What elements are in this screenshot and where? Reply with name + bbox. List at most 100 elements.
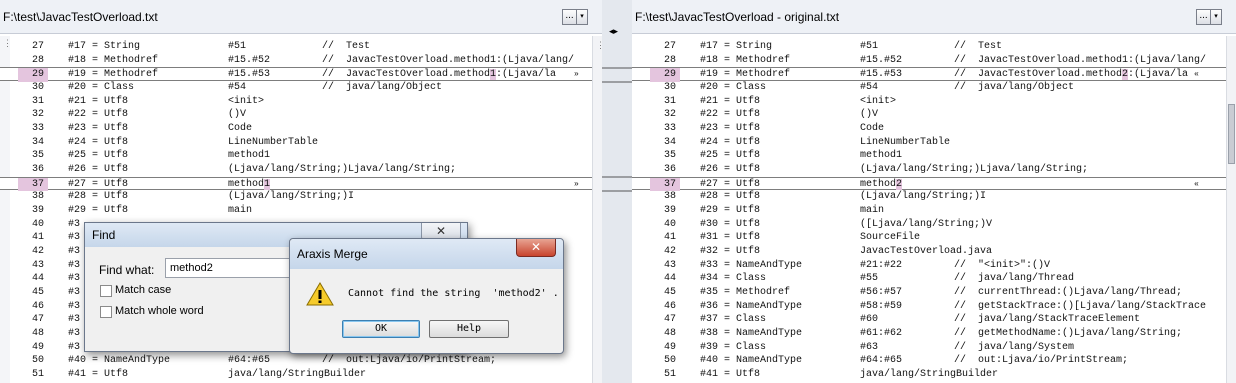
line-number: 45 [663,287,676,299]
code-line[interactable]: 42 #32 = Utf8 JavacTestOverload.java [632,245,1226,259]
diff-gutter: ◂▸ [602,0,632,383]
line-value: ([Ljava/lang/String;)V [860,218,993,230]
code-line[interactable]: 35 #25 = Utf8 method1 [0,149,592,163]
code-line[interactable]: 40 #30 = Utf8 ([Ljava/lang/String;)V [632,218,1226,232]
line-value: #21:#22 [860,259,903,271]
ok-button[interactable]: OK [342,320,420,338]
code-line[interactable]: 30 #20 = Class #54 // java/lang/Object [632,81,1226,95]
left-browse-button[interactable]: ... [562,9,577,25]
left-scrollbar[interactable]: ⋮ [592,36,602,383]
code-line[interactable]: 50 #40 = NameAndType #64:#65 // out:Ljava/i… [0,354,592,368]
code-line[interactable]: 33 #23 = Utf8 Code [632,122,1226,136]
code-line[interactable]: 46 #36 = NameAndType #58:#59 // getStackTra… [632,300,1226,314]
code-line[interactable]: 29 #19 = Methodref #15.#53 // JavacTestOver… [632,67,1226,83]
code-line[interactable]: 34 #24 = Utf8 LineNumberTable [0,136,592,150]
line-value: #64:#65 [860,355,903,367]
line-entry: #30 = Utf8 [700,218,761,230]
right-scrollbar[interactable] [1226,36,1236,383]
line-comment: // "<init>":()V [954,259,1051,271]
line-entry: #3 [68,328,81,340]
code-line[interactable]: 47 #37 = Class #60 // java/lang/StackTraceE… [632,313,1226,327]
code-line[interactable]: 32 #22 = Utf8 ()V [0,108,592,122]
line-value: #54 [860,82,879,94]
code-line[interactable]: 36 #26 = Utf8 (Ljava/lang/String;)Ljava/la… [632,163,1226,177]
code-line[interactable]: 28 #18 = Methodref #15.#52 // JavacTestOver… [0,54,592,68]
code-line[interactable]: 44 #34 = Class #55 // java/lang/Thread [632,272,1226,286]
code-line[interactable]: 27 #17 = String #51 // Test [0,40,592,54]
match-whole-word-label[interactable]: Match whole word [115,305,204,317]
line-value: Code [228,123,253,135]
code-line[interactable]: 49 #39 = Class #63 // java/lang/System [632,341,1226,355]
line-value: ()V [860,109,879,121]
code-line[interactable]: 36 #26 = Utf8 (Ljava/lang/String;)Ljava/la… [0,163,592,177]
code-line[interactable]: 31 #21 = Utf8 <init> [632,95,1226,109]
line-entry: #39 = Class [700,341,767,353]
line-comment: // java/lang/System [954,341,1075,353]
line-entry: #27 = Utf8 [68,178,129,190]
code-line[interactable]: 30 #20 = Class #54 // java/lang/Object [0,81,592,95]
line-value: LineNumberTable [228,136,319,148]
line-value: (Ljava/lang/String;)I [860,191,987,203]
code-line[interactable]: 35 #25 = Utf8 method1 [632,149,1226,163]
alert-close-icon[interactable]: ✕ [516,239,556,257]
match-case-checkbox[interactable] [100,285,112,297]
line-number: 30 [663,82,676,94]
code-line[interactable]: 32 #22 = Utf8 ()V [632,108,1226,122]
right-file-pane: F:\test\JavacTestOverload - original.txt… [632,0,1236,383]
code-line[interactable]: 38 #28 = Utf8 (Ljava/lang/String;)I [0,190,592,204]
line-value: method2 [860,178,903,192]
line-value: #54 [228,82,247,94]
code-line[interactable]: 41 #31 = Utf8 SourceFile [632,231,1226,245]
code-line[interactable]: 38 #28 = Utf8 (Ljava/lang/String;)I [632,190,1226,204]
code-line[interactable]: 33 #23 = Utf8 Code [0,122,592,136]
code-line[interactable]: 39 #29 = Utf8 main [632,204,1226,218]
code-line[interactable]: 51 #41 = Utf8 java/lang/StringBuilder [0,368,592,382]
help-button[interactable]: Help [429,320,509,338]
match-case-label[interactable]: Match case [115,284,171,296]
line-entry: #3 [68,314,81,326]
code-line[interactable]: 50 #40 = NameAndType #64:#65 // out:Ljava/i… [632,354,1226,368]
line-entry: #3 [68,341,81,353]
code-line[interactable]: 29 #19 = Methodref #15.#53 // JavacTestOver… [0,67,592,83]
line-number: 50 [663,355,676,367]
right-code-area[interactable]: 27 #17 = String #51 // Test 28 #18 = Methodre… [632,40,1226,382]
left-file-path[interactable]: F:\test\JavacTestOverload.txt [3,10,158,24]
merge-arrow-icon[interactable]: » [574,178,579,192]
code-line[interactable]: 27 #17 = String #51 // Test [632,40,1226,54]
line-value: #15.#53 [860,69,903,81]
right-scroll-thumb[interactable] [1228,104,1235,164]
line-entry: #3 [68,273,81,285]
right-dropdown-button[interactable]: ▾ [1211,9,1222,25]
right-file-path[interactable]: F:\test\JavacTestOverload - original.txt [635,10,839,24]
code-line[interactable]: 39 #29 = Utf8 main [0,204,592,218]
code-line[interactable]: 48 #38 = NameAndType #61:#62 // getMethodNa… [632,327,1226,341]
merge-arrow-icon[interactable]: » [574,68,579,82]
line-number: 31 [31,95,44,107]
line-entry: #3 [68,246,81,258]
merge-arrow-icon[interactable]: « [1194,178,1199,192]
match-whole-word-checkbox[interactable] [100,306,112,318]
code-line[interactable]: 51 #41 = Utf8 java/lang/StringBuilder [632,368,1226,382]
line-entry: #25 = Utf8 [68,150,129,162]
left-dropdown-button[interactable]: ▾ [577,9,588,25]
line-entry: #21 = Utf8 [700,95,761,107]
line-value: java/lang/StringBuilder [228,369,367,381]
line-number: 38 [31,191,44,203]
left-file-header: F:\test\JavacTestOverload.txt ... ▾ [0,0,602,34]
line-number: 31 [663,95,676,107]
code-line[interactable]: 28 #18 = Methodref #15.#52 // JavacTestOver… [632,54,1226,68]
line-value: method1 [228,150,271,162]
line-value: #60 [860,314,879,326]
code-line[interactable]: 34 #24 = Utf8 LineNumberTable [632,136,1226,150]
value-text: method [860,178,897,190]
line-number: 46 [663,300,676,312]
code-line[interactable]: 37 #27 = Utf8 method2 « [632,176,1226,192]
code-line[interactable]: 37 #27 = Utf8 method1 » [0,176,592,192]
line-number: 33 [663,123,676,135]
right-browse-button[interactable]: ... [1196,9,1211,25]
code-line[interactable]: 31 #21 = Utf8 <init> [0,95,592,109]
code-line[interactable]: 43 #33 = NameAndType #21:#22 // "<init>":()… [632,259,1226,273]
line-number: 51 [31,369,44,381]
merge-arrow-icon[interactable]: « [1194,68,1199,82]
code-line[interactable]: 45 #35 = Methodref #56:#57 // currentThread… [632,286,1226,300]
